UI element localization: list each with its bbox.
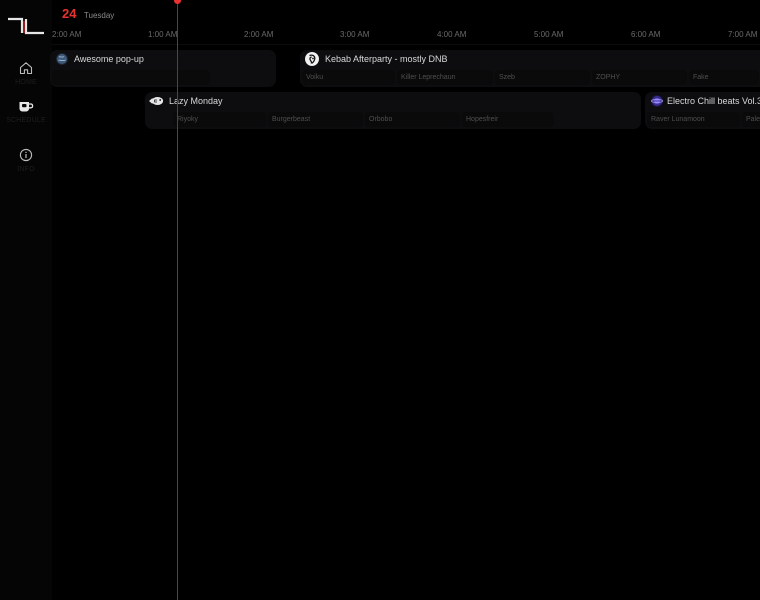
date-header: 24 Tuesday [62, 5, 114, 23]
dj-slot[interactable]: Hopesfreir [462, 112, 554, 127]
show-card-lazy-monday[interactable]: Lazy Monday Riyoky Burgerbeast Orbobo Ho… [145, 92, 641, 129]
dj-slot[interactable]: Fake [689, 70, 759, 85]
sidebar-item-info[interactable]: INFO [0, 148, 52, 173]
dj-slot[interactable]: Raver Lunamoon [647, 112, 740, 127]
current-time-indicator [177, 0, 178, 600]
show-card-awesome-pop-up[interactable]: Awesome pop-up [50, 50, 276, 87]
planet-icon [651, 95, 663, 107]
dj-list: Voiku Killer Leprechaun Szeb ZOPHY Fake [300, 70, 760, 85]
sidebar-item-label: HOME [15, 79, 37, 86]
time-label: 1:00 AM [148, 30, 178, 39]
show-title: Kebab Afterparty - mostly DNB [325, 54, 448, 64]
dj-slot[interactable]: Pale [742, 112, 760, 127]
logo [8, 17, 44, 35]
globe-icon [56, 53, 68, 65]
sidebar-item-label: SCHEDULE [6, 117, 46, 124]
dj-slot[interactable]: Orbobo [365, 112, 460, 127]
date-weekday: Tuesday [83, 11, 115, 20]
dj-slot[interactable]: Burgerbeast [268, 112, 363, 127]
time-label: 2:00 AM [244, 30, 274, 39]
time-label: 7:00 AM [728, 30, 758, 39]
current-time-marker [174, 0, 181, 4]
sidebar: HOME SCHEDULE INFO [0, 0, 52, 600]
dj-slot[interactable]: ZOPHY [592, 70, 687, 85]
fish-icon [148, 95, 164, 107]
dj-slot[interactable]: Szeb [495, 70, 590, 85]
dj-list: Riyoky Burgerbeast Orbobo Hopesfreir [145, 112, 556, 127]
info-icon [19, 148, 33, 162]
sidebar-item-schedule[interactable]: SCHEDULE [0, 100, 52, 124]
time-label: 5:00 AM [534, 30, 564, 39]
home-icon [19, 62, 33, 75]
dj-slot [52, 70, 210, 85]
timeline-divider [52, 44, 760, 45]
dj-list: Raver Lunamoon Pale [645, 112, 760, 127]
dj-slot[interactable]: Killer Leprechaun [397, 70, 493, 85]
show-card-electro-chill-beats[interactable]: Electro Chill beats Vol.3 Raver Lunamoon… [645, 92, 760, 129]
dj-slot[interactable]: Voiku [302, 70, 395, 85]
dj-slot[interactable]: Riyoky [173, 112, 266, 127]
time-label: 6:00 AM [631, 30, 661, 39]
mug-icon [19, 102, 34, 112]
show-card-kebab-afterparty[interactable]: Kebab Afterparty - mostly DNB Voiku Kill… [300, 50, 760, 87]
dj-list [50, 70, 212, 85]
time-label: 4:00 AM [437, 30, 467, 39]
time-label: 3:00 AM [340, 30, 370, 39]
show-title: Electro Chill beats Vol.3 [667, 96, 760, 106]
skull-icon [305, 52, 319, 66]
date-day-number: 24 [62, 6, 77, 21]
sidebar-item-home[interactable]: HOME [0, 61, 52, 86]
show-title: Awesome pop-up [74, 54, 144, 64]
time-label: 2:00 AM [52, 30, 82, 39]
sidebar-item-label: INFO [17, 166, 35, 173]
